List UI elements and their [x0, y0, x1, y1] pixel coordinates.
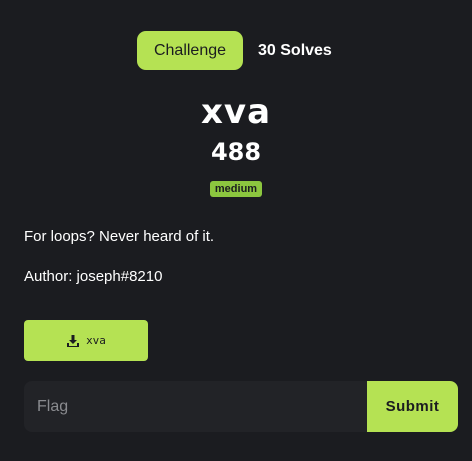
challenge-modal: Challenge 30 Solves xva 488 medium For l… — [0, 0, 472, 461]
difficulty-wrapper: medium — [0, 181, 472, 197]
tab-solves[interactable]: 30 Solves — [258, 42, 332, 60]
challenge-description: For loops? Never heard of it. — [24, 228, 215, 245]
download-file-label: xva — [86, 334, 106, 347]
challenge-author: Author: joseph#8210 — [24, 268, 163, 285]
download-icon — [66, 334, 80, 348]
challenge-name: xva — [200, 92, 272, 132]
submit-button[interactable]: Submit — [367, 381, 458, 432]
flag-form: Submit — [24, 381, 458, 432]
challenge-points: 488 — [210, 138, 262, 166]
challenge-tabs: Challenge 30 Solves — [137, 31, 332, 70]
tab-challenge[interactable]: Challenge — [137, 31, 243, 70]
download-file-button[interactable]: xva — [24, 320, 148, 361]
flag-input[interactable] — [24, 381, 367, 432]
difficulty-badge: medium — [209, 181, 263, 197]
